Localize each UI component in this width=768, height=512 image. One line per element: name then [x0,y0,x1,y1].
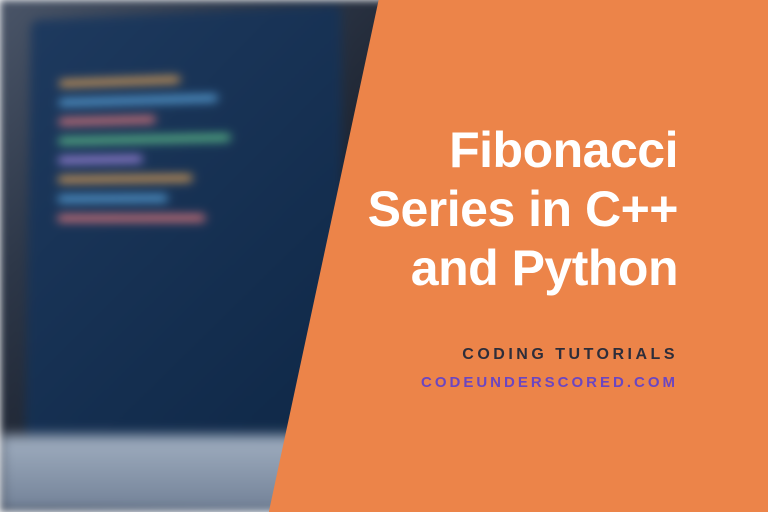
code-decoration [58,72,309,235]
site-url: CODEUNDERSCORED.COM [421,374,678,391]
article-title: Fibonacci Series in C++ and Python [347,121,678,298]
text-content: Fibonacci Series in C++ and Python CODIN… [307,0,768,512]
banner-container: Fibonacci Series in C++ and Python CODIN… [0,0,768,512]
category-label: CODING TUTORIALS [462,346,678,364]
